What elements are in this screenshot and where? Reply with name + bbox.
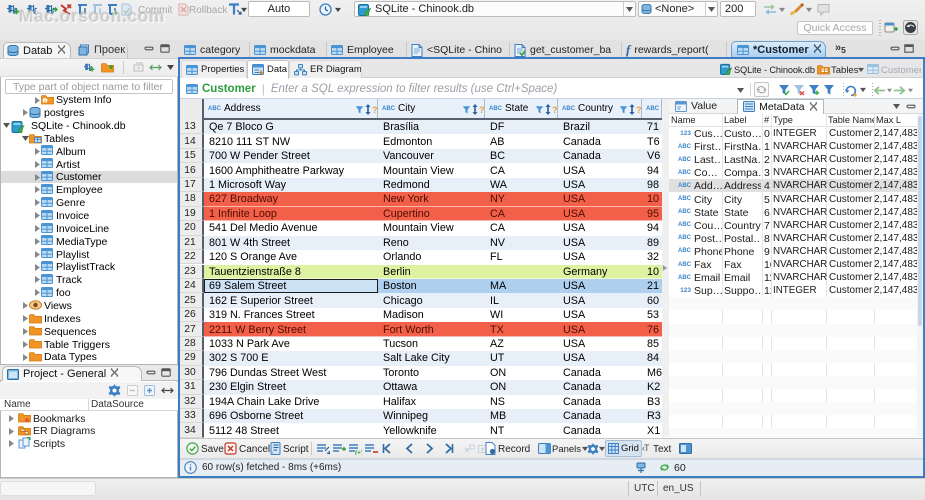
svg-text:(+): (+) <box>355 449 362 455</box>
